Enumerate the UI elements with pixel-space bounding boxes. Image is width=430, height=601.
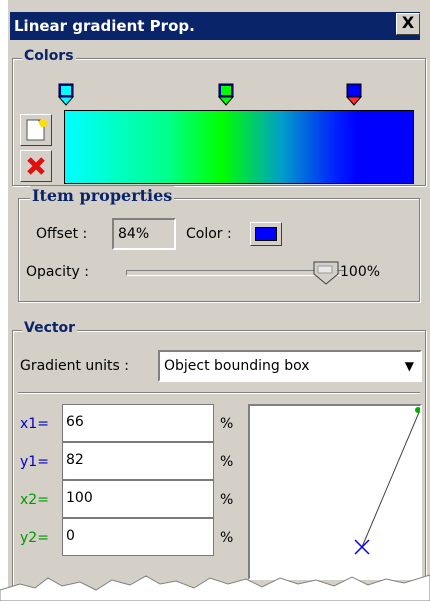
gradient-units-value: Object bounding box: [164, 358, 310, 374]
gradient-stop-marker-2[interactable]: [216, 82, 238, 110]
color-swatch: [255, 227, 277, 241]
opacity-label: Opacity :: [26, 264, 90, 280]
vector-separator: [18, 392, 420, 394]
colors-legend: Colors: [22, 48, 76, 64]
add-stop-button[interactable]: [20, 114, 52, 146]
stop-marker-icon: [217, 83, 235, 106]
opacity-value: 100%: [340, 264, 381, 280]
gradient-preview-bar[interactable]: [64, 110, 414, 184]
gradient-units-label: Gradient units :: [20, 358, 129, 374]
delete-stop-button[interactable]: [20, 150, 52, 182]
dropdown-arrow-icon: ▼: [404, 359, 414, 373]
vector-preview[interactable]: [248, 404, 422, 580]
x2-input[interactable]: 100: [62, 480, 214, 518]
opacity-slider-thumb[interactable]: [312, 260, 342, 286]
new-stop-icon: [26, 119, 47, 141]
gradient-units-select[interactable]: Object bounding box ▼: [158, 350, 422, 382]
slider-thumb-icon: [313, 261, 339, 285]
stop-marker-icon: [345, 83, 363, 106]
vector-line-preview: [354, 407, 421, 555]
offset-value[interactable]: 84%: [112, 218, 176, 250]
gradient-stop-marker-1[interactable]: [56, 82, 78, 110]
y2-label: y2=: [20, 530, 49, 546]
x1-input[interactable]: 66: [62, 404, 214, 442]
y2-input[interactable]: 0: [62, 518, 214, 556]
color-swatch-button[interactable]: [250, 222, 282, 246]
x1-unit: %: [220, 416, 234, 432]
x2-label: x2=: [20, 492, 49, 508]
y2-unit: %: [220, 530, 234, 546]
window-title: Linear gradient Prop.: [10, 12, 420, 40]
delete-stop-icon: [27, 157, 45, 175]
offset-value-text: 84%: [118, 226, 150, 242]
vector-legend: Vector: [22, 320, 78, 336]
y1-unit: %: [220, 454, 234, 470]
torn-edge-decoration: [0, 574, 430, 601]
x2-unit: %: [220, 492, 234, 508]
x1-label: x1=: [20, 416, 49, 432]
y1-input[interactable]: 82: [62, 442, 214, 480]
color-label: Color :: [186, 226, 232, 242]
close-button[interactable]: X: [396, 13, 420, 35]
item-properties-legend: Item properties: [30, 186, 175, 205]
stop-marker-icon: [57, 83, 75, 106]
gradient-stop-marker-3[interactable]: [344, 82, 366, 110]
y1-label: y1=: [20, 454, 49, 470]
item-properties-group: [18, 198, 420, 302]
offset-label: Offset :: [36, 226, 88, 242]
